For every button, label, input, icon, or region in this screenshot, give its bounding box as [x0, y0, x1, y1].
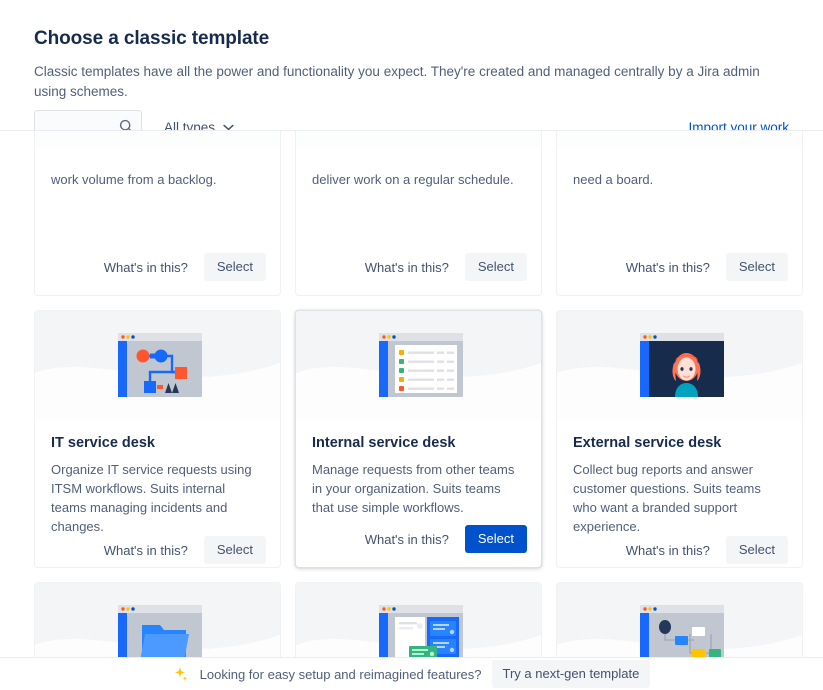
whats-in-this-link[interactable]: What's in this?	[620, 256, 716, 279]
card-illustration	[557, 311, 802, 420]
card-body: need a board.	[557, 148, 802, 253]
whats-in-this-link[interactable]: What's in this?	[620, 539, 716, 562]
whats-in-this-link[interactable]: What's in this?	[98, 256, 194, 279]
card-description: deliver work on a regular schedule.	[312, 172, 514, 187]
card-description: Manage requests from other teams in your…	[312, 462, 515, 515]
card-illustration	[35, 311, 280, 420]
card-body: Internal service desk Manage requests fr…	[296, 420, 541, 525]
card-title: External service desk	[573, 435, 722, 451]
customer-avatar-illustration	[639, 332, 724, 397]
card-body: work volume from a backlog.	[35, 148, 280, 253]
page-title: Choose a classic template	[34, 28, 270, 49]
card-description: need a board.	[573, 172, 654, 187]
card-illustration	[296, 130, 541, 148]
whats-in-this-link[interactable]: What's in this?	[98, 539, 194, 562]
card-description: work volume from a backlog.	[51, 172, 217, 187]
select-button[interactable]: Select	[464, 253, 527, 281]
template-grid: work volume from a backlog. What's in th…	[34, 130, 814, 657]
template-grid-scroll-region[interactable]: work volume from a backlog. What's in th…	[0, 130, 823, 657]
wave-decoration	[557, 130, 802, 148]
next-gen-promo-bar: Looking for easy setup and reimagined fe…	[0, 657, 823, 690]
card-actions: What's in this? Select	[35, 536, 280, 567]
folder-illustration	[117, 604, 202, 657]
select-button[interactable]: Select	[725, 253, 788, 281]
card-description: Collect bug reports and answer customer …	[573, 462, 761, 534]
sparkle-icon	[174, 666, 187, 681]
card-body: External service desk Collect bug report…	[557, 420, 802, 536]
select-button[interactable]: Select	[464, 525, 527, 553]
wave-decoration	[296, 130, 541, 148]
whats-in-this-link[interactable]: What's in this?	[359, 256, 455, 279]
wave-decoration	[35, 130, 280, 148]
try-next-gen-template-button[interactable]: Try a next-gen template	[491, 660, 651, 688]
card-body: IT service desk Organize IT service requ…	[35, 420, 280, 536]
card-body: deliver work on a regular schedule.	[296, 148, 541, 253]
card-illustration	[35, 130, 280, 148]
card-actions: What's in this? Select	[35, 253, 280, 295]
card-illustration	[296, 583, 541, 657]
card-illustration	[35, 583, 280, 657]
template-card-internal-service-desk[interactable]: Internal service desk Manage requests fr…	[295, 310, 542, 568]
card-illustration	[557, 130, 802, 148]
board-cards-illustration	[378, 604, 463, 657]
promo-message: Looking for easy setup and reimagined fe…	[199, 666, 482, 682]
card-title: Internal service desk	[312, 435, 456, 451]
card-description: Organize IT service requests using ITSM …	[51, 462, 252, 534]
card-illustration	[557, 583, 802, 657]
grid-top-divider	[0, 130, 823, 131]
page-description: Classic templates have all the power and…	[34, 64, 760, 99]
process-flow-illustration	[639, 604, 724, 657]
select-button[interactable]: Select	[203, 536, 266, 564]
whats-in-this-link[interactable]: What's in this?	[359, 528, 455, 551]
card-title: IT service desk	[51, 435, 155, 451]
template-card[interactable]: deliver work on a regular schedule. What…	[295, 130, 542, 296]
template-card-task-tracking[interactable]: Task tracking Organize tasks for a team …	[295, 582, 542, 657]
page-header: Choose a classic template Classic templa…	[0, 0, 823, 102]
template-card[interactable]: work volume from a backlog. What's in th…	[34, 130, 281, 296]
card-actions: What's in this? Select	[557, 536, 802, 567]
template-card-it-service-desk[interactable]: IT service desk Organize IT service requ…	[34, 310, 281, 568]
card-actions: What's in this? Select	[557, 253, 802, 295]
select-button[interactable]: Select	[725, 536, 788, 564]
template-card-external-service-desk[interactable]: External service desk Collect bug report…	[556, 310, 803, 568]
card-actions: What's in this? Select	[296, 525, 541, 567]
workflow-diagram-illustration	[117, 332, 202, 397]
template-card-project-management[interactable]: Project Management Manage activities for…	[34, 582, 281, 657]
card-actions: What's in this? Select	[296, 253, 541, 295]
template-card[interactable]: need a board. What's in this? Select	[556, 130, 803, 296]
template-card-process-control[interactable]: Process control Track activities and tas…	[556, 582, 803, 657]
card-illustration	[296, 311, 541, 420]
select-button[interactable]: Select	[203, 253, 266, 281]
issue-list-illustration	[378, 332, 463, 397]
template-chooser-page: Choose a classic template Classic templa…	[0, 0, 823, 690]
